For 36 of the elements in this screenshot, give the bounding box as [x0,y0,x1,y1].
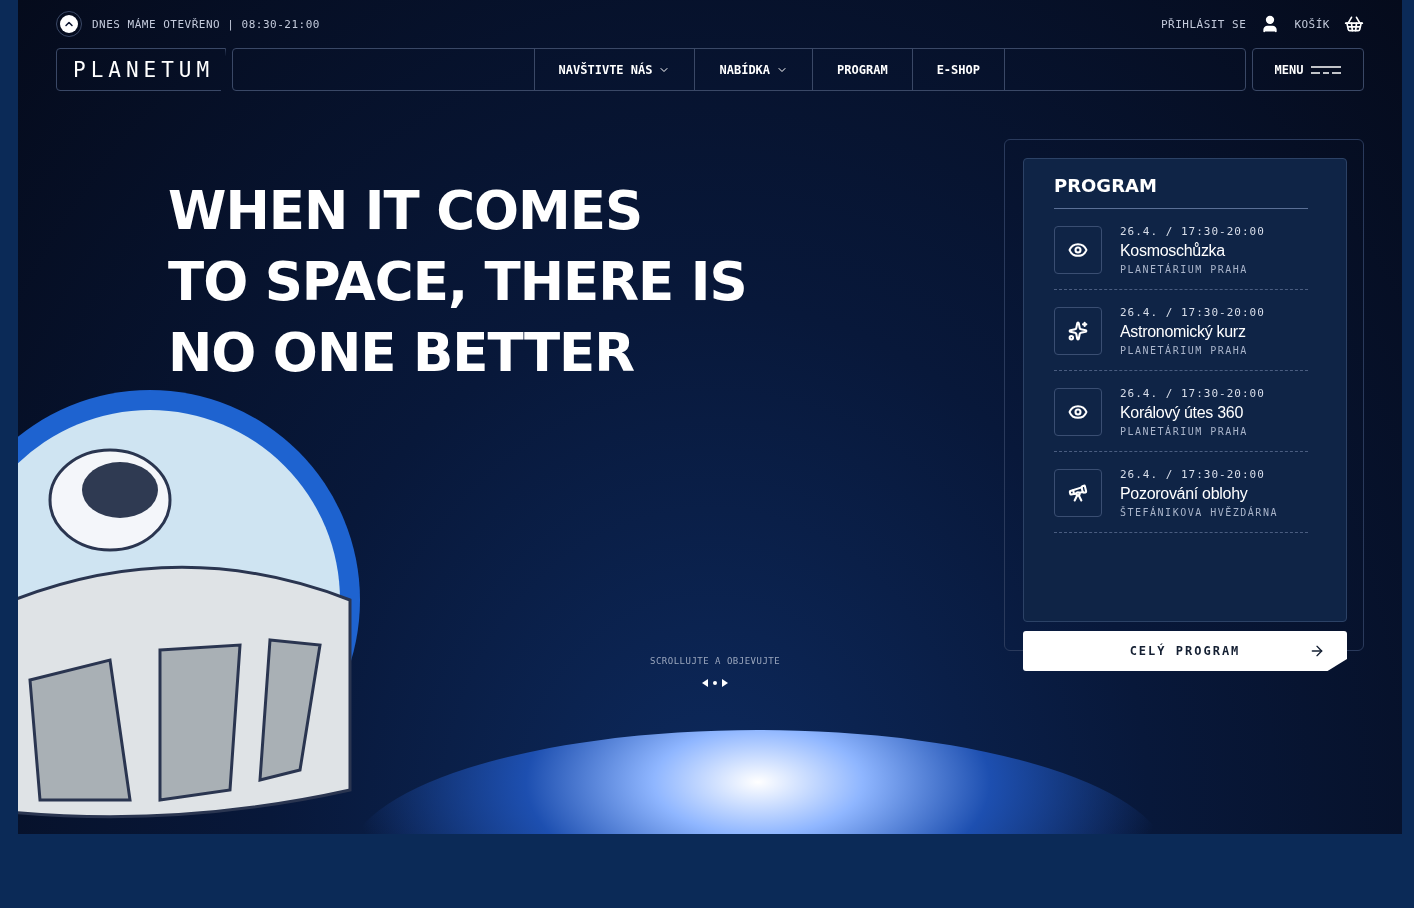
sparkle-icon [1068,321,1088,341]
event-place: PLANETÁRIUM PRAHA [1120,345,1249,356]
nav-item[interactable]: NABÍDKA [694,49,813,90]
arrow-right-icon [1309,643,1325,659]
cart-link[interactable]: KOŠÍK [1294,17,1330,31]
menu-icon [1311,65,1342,74]
event-name: Pozorování oblohy [1120,485,1249,503]
login-link[interactable]: PŘIHLÁSIT SE [1160,17,1247,31]
nav-item[interactable]: PROGRAM [812,49,912,90]
scroll-hint: SCROLLUJTE A OBJEVUJTE [650,656,781,666]
event-time: 26.4. / 17:30-20:00 [1120,306,1265,319]
event-place: PLANETÁRIUM PRAHA [1120,426,1249,437]
event-time: 26.4. / 17:30-20:00 [1120,225,1265,238]
program-event[interactable]: 26.4. / 17:30-20:00 Korálový útes 360 PLANETÁRIUM PRAHA [1054,371,1308,452]
program-title: PROGRAM [1054,175,1308,209]
opening-hours: DNES MÁME OTEVŘENO | 08:30-21:00 [92,17,320,31]
program-event[interactable]: 26.4. / 17:30-20:00 Astronomický kurz PLANETÁRIUM PRAHA [1054,290,1308,371]
event-place: ŠTEFÁNIKOVA HVĚZDÁRNA [1120,507,1278,518]
logo[interactable]: PLANETUM [56,48,226,91]
event-name: Korálový útes 360 [1120,404,1244,422]
nav-item[interactable]: NAVŠTIVTE NÁS [533,49,695,90]
event-name: Astronomický kurz [1120,323,1247,341]
nav-item[interactable]: E-SHOP [911,49,1005,90]
telescope-icon [1068,483,1088,503]
basket-icon[interactable] [1344,14,1364,34]
menu-button[interactable]: MENU [1252,48,1364,91]
hero-heading: WHEN IT COMES TO SPACE, THERE IS NO ONE BETTER [168,179,747,385]
event-time: 26.4. / 17:30-20:00 [1120,468,1266,481]
full-program-button[interactable]: CELÝ PROGRAM [1023,631,1347,671]
eye-icon [1068,402,1088,422]
event-place: PLANETÁRIUM PRAHA [1120,264,1249,275]
eye-icon [1068,240,1088,260]
program-event[interactable]: 26.4. / 17:30-20:00 Kosmoschůzka PLANETÁRIUM PRAHA [1054,209,1308,290]
event-name: Kosmoschůzka [1120,242,1226,260]
program-event[interactable]: 26.4. / 17:30-20:00 Pozorování oblohy ŠTEFÁNIKOVA HVĚZDÁRNA [1054,452,1308,533]
event-time: 26.4. / 17:30-20:00 [1120,387,1265,400]
